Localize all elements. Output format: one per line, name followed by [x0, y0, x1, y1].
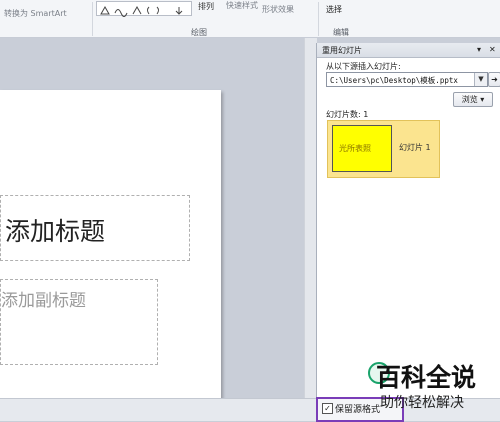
shapes-gallery[interactable]: [96, 1, 192, 17]
quick-styles-button[interactable]: 快速样式: [226, 0, 258, 11]
ribbon-separator: [92, 2, 93, 36]
subtitle-placeholder[interactable]: 添加副标题: [0, 279, 158, 365]
editing-group-label: 编辑: [333, 28, 349, 37]
pane-menu-icon[interactable]: ▾: [477, 45, 481, 54]
watermark-title: 百科全说: [376, 363, 477, 392]
source-path-input[interactable]: C:\Users\pc\Desktop\模板.pptx ▼: [326, 72, 488, 87]
title-placeholder[interactable]: 添加标题: [0, 195, 190, 261]
go-arrow-button[interactable]: ➜: [488, 72, 500, 87]
insert-from-label: 从以下源插入幻灯片:: [326, 62, 401, 71]
ribbon: 转换为 SmartArt 排列 快速样式 形状效果 选择 绘图 编辑: [0, 0, 500, 38]
pane-title: 重用幻灯片: [322, 46, 362, 55]
select-button[interactable]: 选择: [326, 4, 342, 15]
browse-button-label: 浏览: [461, 95, 478, 104]
pane-header: 重用幻灯片 ▾ ✕: [317, 43, 500, 58]
drawing-group-label: 绘图: [191, 28, 207, 37]
title-placeholder-text: 添加标题: [5, 217, 106, 246]
slide-thumbnail[interactable]: 光所表照: [332, 125, 392, 172]
slide-editing-area: 添加标题 添加副标题: [0, 38, 316, 410]
watermark: 百科全说 助你轻松解决: [368, 358, 498, 412]
source-path-value: C:\Users\pc\Desktop\模板.pptx: [330, 76, 458, 85]
subtitle-placeholder-text: 添加副标题: [1, 291, 86, 311]
ribbon-separator: [318, 2, 319, 36]
close-icon[interactable]: ✕: [489, 45, 496, 54]
keep-source-format-checkbox[interactable]: ✓: [322, 403, 333, 414]
chevron-down-icon[interactable]: ▼: [474, 73, 487, 86]
shape-effects-button[interactable]: 形状效果: [262, 4, 294, 15]
watermark-subtitle: 助你轻松解决: [380, 395, 464, 411]
arrange-button[interactable]: 排列: [198, 1, 214, 12]
convert-smartart-button[interactable]: 转换为 SmartArt: [4, 8, 67, 19]
slide-canvas[interactable]: 添加标题 添加副标题: [0, 90, 221, 410]
slide-list-item[interactable]: 光所表照 幻灯片 1: [327, 120, 440, 178]
shapes-gallery-icon: [100, 5, 183, 17]
slide-thumbnail-text: 光所表照: [339, 144, 371, 153]
browse-button[interactable]: 浏览 ▾: [453, 92, 493, 107]
slide-item-label: 幻灯片 1: [399, 143, 431, 152]
reuse-slides-pane: 重用幻灯片 ▾ ✕ 从以下源插入幻灯片: C:\Users\pc\Desktop…: [316, 43, 500, 398]
arrow-right-icon: ➜: [491, 75, 498, 84]
slide-count-label: 幻灯片数: 1: [326, 110, 369, 119]
